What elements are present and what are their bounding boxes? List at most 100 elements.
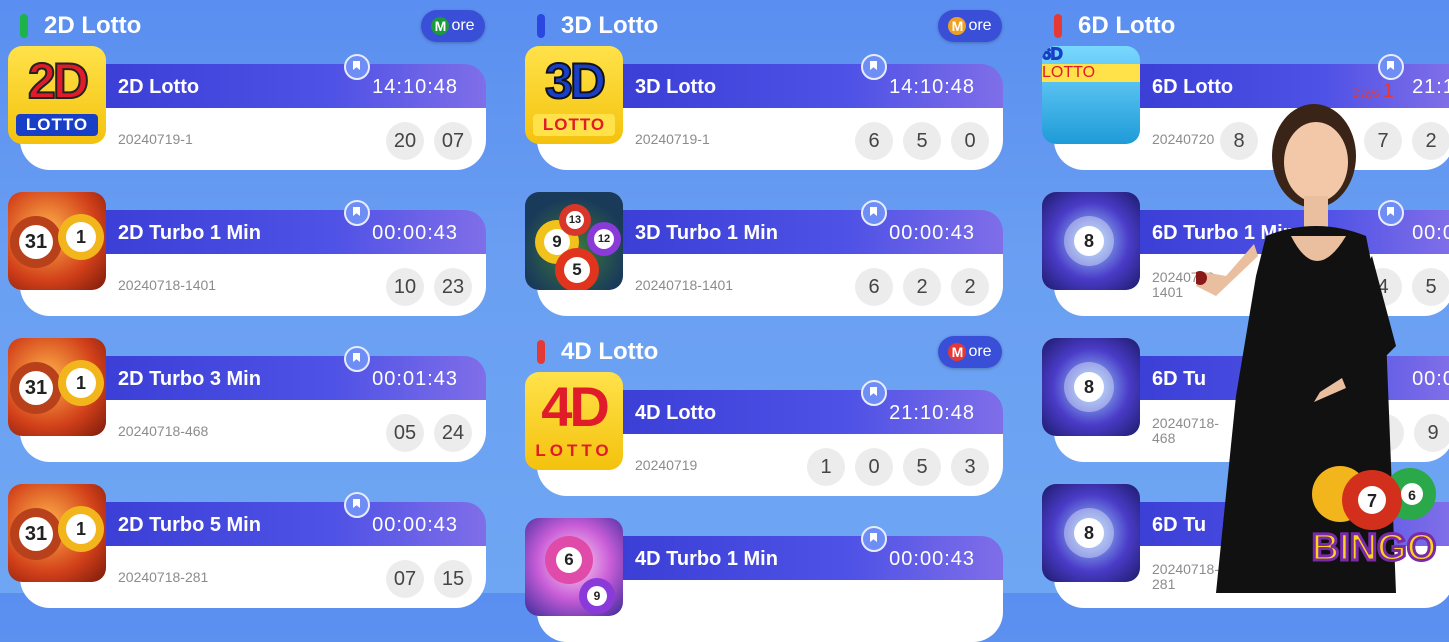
section-marker bbox=[537, 14, 545, 38]
section-title: 4D Lotto bbox=[561, 338, 659, 365]
logo-text: 6D bbox=[1042, 46, 1063, 64]
countdown-timer: 14:10:48 bbox=[889, 76, 975, 98]
draw-id: 20240719-1 bbox=[118, 131, 193, 147]
section-marker bbox=[1054, 14, 1062, 38]
bookmark-icon[interactable] bbox=[344, 346, 370, 372]
game-logo: 3D LOTTO bbox=[525, 46, 623, 144]
countdown-timer: 00:00:43 bbox=[889, 548, 975, 570]
game-name: 3D Lotto bbox=[635, 76, 717, 98]
more-button-3d[interactable]: M ore bbox=[938, 10, 1002, 42]
bookmark-icon[interactable] bbox=[861, 380, 887, 406]
countdown-timer: 21:1 bbox=[1412, 76, 1449, 98]
game-card-4d-lotto[interactable]: 4D LOTTO 4D Lotto 21:10:48 20240719 1 0 … bbox=[525, 372, 1005, 496]
game-logo: 4D LOTTO bbox=[525, 372, 623, 470]
logo-ball: 1 bbox=[58, 360, 104, 406]
game-card-2d-turbo-3[interactable]: 31 1 2D Turbo 3 Min 00:01:43 20240718-46… bbox=[8, 338, 488, 462]
more-button-4d[interactable]: M ore bbox=[938, 336, 1002, 368]
result-balls: 1 0 5 3 bbox=[807, 448, 989, 486]
bookmark-icon[interactable] bbox=[861, 54, 887, 80]
result-balls: 05 24 bbox=[386, 414, 472, 452]
bingo-badge[interactable]: 7 6 BINGO bbox=[1300, 452, 1448, 593]
logo-ball-number: 8 bbox=[1074, 372, 1104, 402]
draw-id: 20240718-281 bbox=[118, 569, 209, 585]
logo-ball: 8 bbox=[1064, 216, 1114, 266]
logo-ball: 12 bbox=[587, 222, 621, 256]
section-header-2d: 2D Lotto M ore bbox=[8, 0, 488, 42]
countdown-timer: 00:0 bbox=[1412, 368, 1449, 390]
result-balls: 10 23 bbox=[386, 268, 472, 306]
game-name: 2D Lotto bbox=[118, 76, 200, 98]
game-logo: 31 1 bbox=[8, 338, 106, 436]
result-ball: 6 bbox=[855, 268, 893, 306]
logo-ball: 6 bbox=[545, 536, 593, 584]
result-balls: 6 2 2 bbox=[855, 268, 989, 306]
result-ball: 3 bbox=[951, 448, 989, 486]
result-ball: 6 bbox=[855, 122, 893, 160]
logo-ball-number: 9 bbox=[587, 586, 607, 606]
game-card-2d-lotto[interactable]: 2D LOTTO 2D Lotto 14:10:48 20240719-1 20… bbox=[8, 46, 488, 170]
game-card-2d-turbo-1[interactable]: 31 1 2D Turbo 1 Min 00:00:43 20240718-14… bbox=[8, 192, 488, 316]
draw-id: 20240718-1401 bbox=[118, 277, 217, 293]
model-left-arm bbox=[1196, 244, 1258, 296]
logo-subtext: LOTTO bbox=[1042, 64, 1140, 82]
logo-ball-number: 12 bbox=[594, 229, 614, 249]
logo-ball: 8 bbox=[1064, 508, 1114, 558]
logo-ball-number: 31 bbox=[19, 225, 53, 259]
draw-id: 20240719-1 bbox=[635, 131, 710, 147]
bookmark-icon[interactable] bbox=[861, 526, 887, 552]
logo-subtext: LOTTO bbox=[535, 441, 613, 460]
result-ball: 5 bbox=[903, 122, 941, 160]
game-name: 2D Turbo 3 Min bbox=[118, 368, 261, 390]
result-balls: 6 5 0 bbox=[855, 122, 989, 160]
logo-subtext: LOTTO bbox=[16, 114, 98, 136]
result-ball: 15 bbox=[434, 560, 472, 598]
result-ball: 2 bbox=[903, 268, 941, 306]
countdown-timer: 00:00:43 bbox=[372, 222, 458, 244]
logo-ball-number: 5 bbox=[564, 257, 590, 283]
result-ball: 07 bbox=[434, 122, 472, 160]
game-card-3d-lotto[interactable]: 3D LOTTO 3D Lotto 14:10:48 20240719-1 6 … bbox=[525, 46, 1005, 170]
logo-ball-number: 8 bbox=[1074, 226, 1104, 256]
logo-ball: 13 bbox=[559, 204, 591, 236]
section-title: 3D Lotto bbox=[561, 12, 659, 39]
logo-ball-number: 1 bbox=[66, 514, 96, 544]
logo-text: 3D bbox=[544, 52, 607, 110]
game-logo: 6D LOTTO bbox=[1042, 46, 1140, 144]
section-marker bbox=[537, 340, 545, 364]
bookmark-icon[interactable] bbox=[344, 492, 370, 518]
logo-ball: 5 bbox=[555, 248, 599, 290]
draw-id: 20240718-468 bbox=[118, 423, 209, 439]
logo-text: 4D bbox=[541, 375, 610, 438]
game-logo: 9 5 13 12 bbox=[525, 192, 623, 290]
game-logo: 8 bbox=[1042, 192, 1140, 290]
draw-id: 20240718-1401 bbox=[635, 277, 734, 293]
logo-ball: 8 bbox=[1064, 362, 1114, 412]
countdown-timer: 00:00:43 bbox=[372, 514, 458, 536]
bookmark-icon[interactable] bbox=[344, 200, 370, 226]
section-title: 2D Lotto bbox=[44, 12, 142, 39]
bookmark-icon[interactable] bbox=[861, 200, 887, 226]
more-label: ore bbox=[968, 17, 992, 34]
more-button-2d[interactable]: M ore bbox=[421, 10, 485, 42]
game-card-4d-turbo-1[interactable]: 6 9 4D Turbo 1 Min 00:00:43 bbox=[525, 518, 1005, 642]
logo-text: 2D bbox=[27, 52, 90, 110]
game-card-2d-turbo-5[interactable]: 31 1 2D Turbo 5 Min 00:00:43 20240718-28… bbox=[8, 484, 488, 608]
logo-ball-number: 31 bbox=[19, 517, 53, 551]
bookmark-icon[interactable] bbox=[1378, 54, 1404, 80]
result-ball: 5 bbox=[1412, 268, 1449, 306]
logo-subtext: LOTTO bbox=[533, 114, 615, 136]
game-name: 2D Turbo 5 Min bbox=[118, 514, 261, 536]
game-logo: 8 bbox=[1042, 484, 1140, 582]
game-name: 2D Turbo 1 Min bbox=[118, 222, 261, 244]
game-name: 3D Turbo 1 Min bbox=[635, 222, 778, 244]
bingo-ball-number: 7 bbox=[1367, 491, 1377, 511]
more-dot: M bbox=[431, 17, 450, 35]
game-name: 4D Lotto bbox=[635, 402, 717, 424]
game-card-3d-turbo-1[interactable]: 9 5 13 12 3D Turbo 1 Min 00:00:43 202407… bbox=[525, 192, 1005, 316]
bookmark-icon[interactable] bbox=[344, 54, 370, 80]
game-name: 4D Turbo 1 Min bbox=[635, 548, 778, 570]
game-logo: 6 9 bbox=[525, 518, 623, 616]
result-balls: 07 15 bbox=[386, 560, 472, 598]
logo-ball-number: 31 bbox=[19, 371, 53, 405]
result-ball: 0 bbox=[951, 122, 989, 160]
